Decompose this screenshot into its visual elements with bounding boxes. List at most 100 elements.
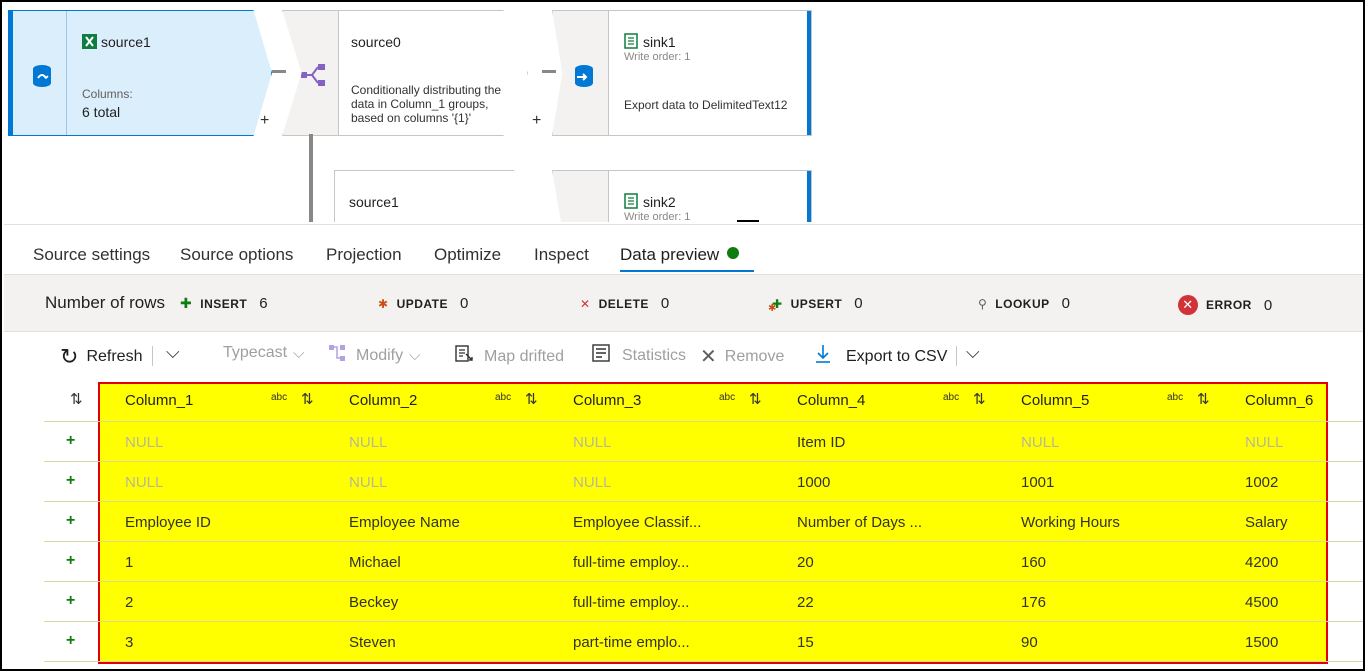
sort-icon[interactable]: ⇅ [70,390,83,408]
table-row[interactable]: +1 Michael full-time employ... 20 160 4200 [44,542,1363,582]
refresh-button[interactable]: ↻ Refresh [60,344,142,370]
dataflow-canvas[interactable]: source1 Columns: 6 total + source0 Condi… [4,4,1363,222]
node-title: source1 [101,34,151,50]
chevron-down-icon: ⌵ [966,342,980,362]
table-cell: 22 [797,594,814,611]
node-source0[interactable]: source0 Conditionally distributing the d… [282,10,528,136]
lookup-value: 0 [1061,295,1070,312]
node-source1-branch[interactable]: source1 [334,170,534,222]
column-header-3[interactable]: Column_3 [573,392,641,409]
insert-row-icon: + [66,632,76,649]
export-dropdown-button[interactable]: ⌵ [966,342,980,363]
insert-row-icon: + [66,592,76,609]
chevron-down-icon: ⌵ [293,344,305,362]
table-cell: 1000 [797,474,831,491]
add-transform-button[interactable]: + [532,112,541,130]
export-csv-button[interactable]: Export to CSV [814,344,947,369]
active-tab-indicator [620,270,754,272]
string-type-icon: abc [719,392,736,403]
node-title: sink2 [643,194,676,210]
table-cell: 1001 [1021,474,1055,491]
delimited-text-icon [623,33,639,49]
columns-value: 6 total [82,104,121,120]
typecast-button[interactable]: Typecast ⌵ [223,344,304,362]
panel-resize-handle[interactable] [737,220,759,222]
tab-data-preview[interactable]: Data preview [620,245,740,265]
tab-optimize[interactable]: Optimize [434,245,501,265]
column-header-4[interactable]: Column_4 [797,392,865,409]
update-icon: ✱ [378,296,389,311]
insert-label: INSERT [200,296,248,311]
write-order: Write order: 1 [624,51,691,63]
table-cell: NULL [349,434,388,451]
table-cell: 20 [797,554,814,571]
table-cell: Working Hours [1021,514,1120,531]
node-sink1[interactable]: sink1 Write order: 1 Export data to Deli… [552,10,812,136]
table-cell: part-time emplo... [573,634,690,651]
table-cell: Number of Days ... [797,514,923,531]
connector-line [272,70,286,73]
table-cell: Steven [349,634,396,651]
delimited-text-icon [623,193,639,209]
table-cell: NULL [573,474,612,491]
statistics-icon [592,344,610,367]
sort-icon[interactable]: ⇅ [301,390,314,408]
column-header-6[interactable]: Column_6 [1245,392,1313,409]
table-cell: 90 [1021,634,1038,651]
tab-source-options[interactable]: Source options [180,245,293,265]
statistics-label: Statistics [622,346,687,364]
chevron-down-icon: ⌵ [409,347,421,364]
header-row: ⇅ Column_1 abc ⇅ Column_2 abc ⇅ Column_3 abc ⇅ Co… [44,382,1363,422]
write-order: Write order: 1 [624,211,691,222]
sort-icon[interactable]: ⇅ [1197,390,1210,408]
delete-label: DELETE [598,296,649,311]
refresh-dropdown-button[interactable]: ⌵ [166,342,180,363]
insert-row-icon: + [66,552,76,569]
table-row[interactable]: +2 Beckey full-time employ... 22 176 4500 [44,582,1363,622]
table-cell: Beckey [349,594,399,611]
lookup-icon: ⚲ [978,296,988,311]
table-cell: Employee ID [125,514,211,531]
window: source1 Columns: 6 total + source0 Condi… [0,0,1365,671]
node-sink2[interactable]: sink2 Write order: 1 [552,170,812,222]
tab-label: Data preview [620,245,720,264]
statistics-button[interactable]: Statistics [592,344,686,367]
table-row[interactable]: + NULL NULL NULL 1000 1001 1002 [44,462,1363,502]
tab-inspect[interactable]: Inspect [534,245,589,265]
conditional-split-icon [299,61,327,89]
table-row[interactable]: + NULL NULL NULL Item ID NULL NULL [44,422,1363,462]
upsert-value: 0 [854,295,863,312]
modify-icon [328,344,346,367]
column-header-2[interactable]: Column_2 [349,392,417,409]
table-cell: Salary [1245,514,1288,531]
map-drifted-button[interactable]: Map drifted [454,344,564,369]
map-drifted-icon [454,344,474,369]
table-cell: NULL [125,474,164,491]
sort-icon[interactable]: ⇅ [525,390,538,408]
column-header-5[interactable]: Column_5 [1021,392,1089,409]
error-icon: ✕ [1178,295,1198,315]
lookup-label: LOOKUP [995,296,1050,311]
table-row[interactable]: + Employee ID Employee Name Employee Classi… [44,502,1363,542]
add-transform-button[interactable]: + [260,112,269,130]
remove-button[interactable]: ✕ Remove [700,344,784,369]
modify-button[interactable]: Modify ⌵ [328,344,421,367]
table-cell: Michael [349,554,401,571]
source-node-icon [29,63,55,89]
settings-tabs: Source settings Source options Projectio… [4,224,1363,274]
sort-icon[interactable]: ⇅ [749,390,762,408]
sort-icon[interactable]: ⇅ [973,390,986,408]
update-value: 0 [460,295,469,312]
table-cell: 160 [1021,554,1047,571]
table-row[interactable]: +3 Steven part-time emplo... 15 90 1500 [44,622,1363,662]
stat-upsert: ✚ ✱ UPSERT 0 [768,295,863,314]
tab-source-settings[interactable]: Source settings [33,245,150,265]
stat-error: ✕ ERROR 0 [1178,295,1272,315]
toolbar-divider [956,346,957,366]
error-label: ERROR [1206,298,1252,312]
node-source1[interactable]: source1 Columns: 6 total [8,10,272,136]
table-cell: 2 [125,594,134,611]
column-header-1[interactable]: Column_1 [125,392,193,409]
stat-update: ✱ UPDATE 0 [378,295,468,312]
tab-projection[interactable]: Projection [326,245,402,265]
